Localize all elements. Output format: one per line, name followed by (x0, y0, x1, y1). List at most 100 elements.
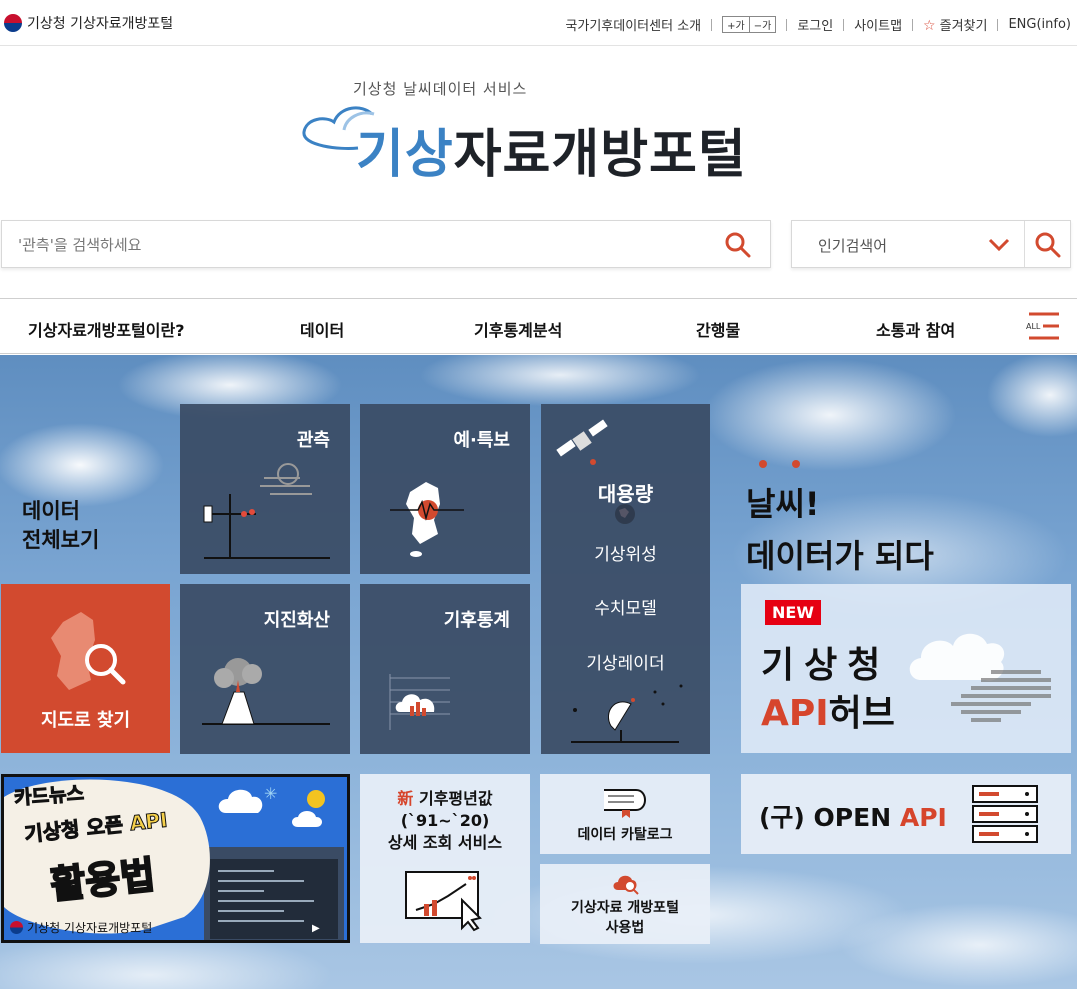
logo-blue-text: 기상 (356, 125, 454, 185)
divider (786, 18, 788, 31)
svg-text:ALL: ALL (1026, 322, 1041, 331)
climate-chart-icon (389, 674, 450, 730)
server-icon (972, 785, 1038, 843)
font-decrease-button[interactable]: −가 (748, 17, 776, 32)
portal-usage-link[interactable]: 기상자료 개방포털 사용법 (540, 864, 710, 944)
map-find-button[interactable]: 지도로 찾기 (1, 584, 170, 753)
font-size-control: +가 −가 (722, 16, 777, 33)
satellite-icon (556, 419, 608, 465)
search-icon[interactable] (724, 231, 752, 259)
nav-item-community[interactable]: 소통과 참여 (876, 317, 955, 341)
cloud-map-icon (909, 633, 1051, 722)
nav-item-about[interactable]: 기상자료개방포털이란? (28, 317, 184, 341)
svg-text:✳: ✳ (264, 784, 277, 803)
climate-normal-line2: (`91~`20) (400, 811, 490, 830)
popular-search-icon[interactable] (1034, 231, 1062, 259)
api-hub-line2: API허브 (761, 684, 895, 736)
chart-cursor-icon (405, 871, 482, 932)
tile-earthquake[interactable]: 지진화산 (180, 584, 350, 754)
card-news-line3: 활용법 (47, 852, 158, 909)
play-icon[interactable]: ▶ (312, 923, 320, 934)
weather-station-icon (203, 463, 330, 559)
card-news-banner[interactable]: ✳ 카드뉴스 기상청 오픈 API 활용법 기상청 기상자료개방포털 ▶ (1, 774, 350, 943)
tile-bigdata: 대용량 기상위성 수치모델 기상레이더 (541, 404, 710, 754)
divider (997, 18, 999, 31)
favorites-label: 즐겨찾기 (939, 19, 988, 34)
site-subtitle: 기상청 날씨데이터 서비스 (353, 80, 528, 98)
favorites-link[interactable]: ☆ 즐겨찾기 (923, 15, 987, 34)
new-char: 新 (397, 789, 414, 808)
link-radar[interactable]: 기상레이더 (541, 649, 710, 674)
catalog-book-icon (604, 789, 646, 818)
open-api-link[interactable]: (구) OPEN API (741, 774, 1071, 854)
login-link[interactable]: 로그인 (797, 15, 833, 34)
divider (843, 18, 845, 31)
map-find-label: 지도로 찾기 (40, 710, 131, 731)
divider (711, 18, 713, 31)
all-menu-icon[interactable]: ALL (1025, 311, 1061, 341)
korea-map-icon (390, 482, 464, 557)
card-news-line1: 카드뉴스 (13, 782, 85, 810)
slogan-dots-icon (759, 460, 800, 468)
api-hub-red-text: API (761, 693, 829, 734)
all-data-line2: 전체보기 (22, 528, 100, 552)
api-hub-banner[interactable]: NEW 기상청 API허브 (741, 584, 1071, 753)
tile-observation-label: 관측 (296, 430, 330, 451)
radar-dish-icon (571, 684, 683, 743)
logo-dark-text: 자료개방포털 (453, 125, 747, 185)
climate-normal-line3: 상세 조회 서비스 (387, 833, 503, 852)
card-news-footer-text: 기상청 기상자료개방포털 (27, 921, 153, 935)
chevron-down-icon[interactable] (988, 235, 1010, 255)
government-emblem-icon (4, 14, 22, 32)
search-input[interactable] (18, 233, 698, 257)
star-icon: ☆ (923, 18, 936, 34)
nav-item-climate-stats[interactable]: 기후통계분석 (474, 317, 562, 341)
data-catalog-label: 데이터 카탈로그 (577, 827, 673, 843)
tile-forecast[interactable]: 예·특보 (360, 404, 530, 574)
globe-icon (615, 504, 635, 524)
all-data-line1: 데이터 (22, 499, 80, 523)
divider (912, 18, 914, 31)
all-data-link[interactable]: 데이터 전체보기 (22, 497, 99, 555)
site-logo[interactable]: 기상자료개방포털 (356, 112, 747, 187)
link-satellite[interactable]: 기상위성 (541, 540, 710, 565)
tile-earthquake-label: 지진화산 (263, 610, 330, 631)
open-api-prefix: (구) OPEN (759, 803, 900, 832)
open-api-label: (구) OPEN API (759, 798, 947, 834)
tile-observation[interactable]: 관측 (180, 404, 350, 574)
nav-item-publications[interactable]: 간행물 (696, 317, 740, 341)
link-climate-center[interactable]: 국가기후데이터센터 소개 (565, 15, 701, 34)
brand-text: 기상청 기상자료개방포털 (27, 16, 174, 32)
nav-item-data[interactable]: 데이터 (300, 317, 344, 341)
climate-normal-line1: 기후평년값 (418, 789, 493, 808)
cloud-search-icon (613, 875, 639, 895)
search-box (1, 220, 771, 268)
sitemap-link[interactable]: 사이트맵 (854, 15, 902, 34)
slogan-line2: 데이터가 되다 (746, 537, 934, 575)
tile-climate-label: 기후통계 (443, 610, 510, 631)
open-api-red-text: API (899, 803, 947, 832)
card-news-footer: 기상청 기상자료개방포털 (10, 919, 152, 936)
climate-normal-title: 新 기후평년값 (`91~`20) 상세 조회 서비스 (360, 788, 530, 854)
volcano-icon (202, 658, 330, 725)
map-search-icon (51, 612, 126, 690)
portal-usage-line2: 사용법 (605, 920, 645, 936)
popular-search-label: 인기검색어 (818, 237, 888, 255)
government-emblem-icon (10, 921, 23, 934)
climate-normal-service[interactable]: 新 기후평년값 (`91~`20) 상세 조회 서비스 (360, 774, 530, 943)
utility-links: 국가기후데이터센터 소개 +가 −가 로그인 사이트맵 ☆ 즐겨찾기 ENG(in… (565, 15, 1071, 34)
tile-climate[interactable]: 기후통계 (360, 584, 530, 754)
new-badge: NEW (765, 600, 821, 625)
top-utility-bar: 기상청 기상자료개방포털 국가기후데이터센터 소개 +가 −가 로그인 사이트맵… (0, 0, 1077, 46)
font-increase-button[interactable]: +가 (723, 17, 749, 32)
link-numerical-model[interactable]: 수치모델 (541, 594, 710, 619)
tile-forecast-label: 예·특보 (453, 430, 510, 451)
data-catalog-link[interactable]: 데이터 카탈로그 (540, 774, 710, 854)
brand-link[interactable]: 기상청 기상자료개방포털 (4, 13, 173, 33)
divider (1024, 221, 1025, 267)
api-hub-dark-text: 허브 (828, 693, 895, 734)
portal-usage-line1: 기상자료 개방포털 (571, 900, 679, 916)
hero-slogan: 날씨! 데이터가 되다 (746, 460, 934, 582)
popular-search-box: 인기검색어 (791, 220, 1071, 268)
english-link[interactable]: ENG(info) (1008, 17, 1071, 32)
